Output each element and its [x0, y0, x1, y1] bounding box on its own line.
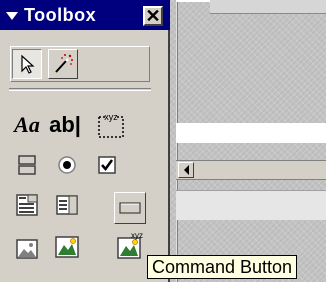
close-button[interactable]: ✕: [143, 6, 163, 26]
toolbox-separator: [9, 88, 151, 91]
textbox-ab-icon: ab|: [49, 112, 81, 137]
check-box-icon: [98, 156, 116, 174]
magic-wand-icon: [55, 54, 73, 73]
form-section-band: [176, 123, 326, 143]
option-group-tool-button[interactable]: xyz: [92, 108, 128, 142]
unbound-object-frame-icon: [55, 236, 79, 258]
titlebar-menu-arrow-icon[interactable]: [6, 12, 18, 20]
label-aa-icon: Aa: [14, 112, 40, 137]
unbound-object-frame-tool-button[interactable]: [52, 232, 82, 262]
label-tool-button[interactable]: Aa: [12, 110, 42, 140]
svg-text:xyz: xyz: [131, 231, 143, 240]
scroll-left-arrow-icon: [183, 165, 189, 175]
close-icon: ✕: [145, 6, 161, 26]
toolbox-title: Toolbox: [24, 5, 97, 25]
list-box-icon: [56, 195, 78, 215]
toggle-button-tool-button[interactable]: [12, 150, 42, 180]
option-group-xyz-icon: xyz: [98, 112, 124, 138]
scroll-left-button[interactable]: [178, 162, 194, 178]
bound-object-frame-tool-button[interactable]: xyz: [114, 230, 148, 262]
command-button-tool-button[interactable]: [114, 192, 146, 224]
combo-box-icon: [16, 194, 38, 216]
text-box-tool-button[interactable]: ab|: [49, 110, 81, 140]
combo-box-tool-button[interactable]: [12, 190, 42, 220]
check-box-tool-button[interactable]: [92, 150, 122, 180]
image-tool-button[interactable]: [12, 234, 42, 264]
form-detail-section: [176, 190, 326, 220]
pointer-arrow-icon: [21, 54, 35, 74]
svg-text:xyz: xyz: [104, 112, 118, 122]
command-button-icon: [119, 202, 141, 214]
toggle-button-icon: [18, 155, 36, 175]
control-wizards-button[interactable]: [48, 49, 78, 79]
select-objects-button[interactable]: [12, 49, 42, 79]
option-button-tool-button[interactable]: [52, 150, 82, 180]
option-button-icon: [58, 156, 76, 174]
list-box-tool-button[interactable]: [52, 190, 82, 220]
form-header-bar: [210, 0, 326, 14]
image-icon: [16, 239, 38, 259]
bound-object-frame-icon: xyz: [117, 231, 143, 259]
command-button-tooltip: Command Button: [147, 255, 298, 279]
horizontal-scrollbar[interactable]: [176, 160, 326, 180]
